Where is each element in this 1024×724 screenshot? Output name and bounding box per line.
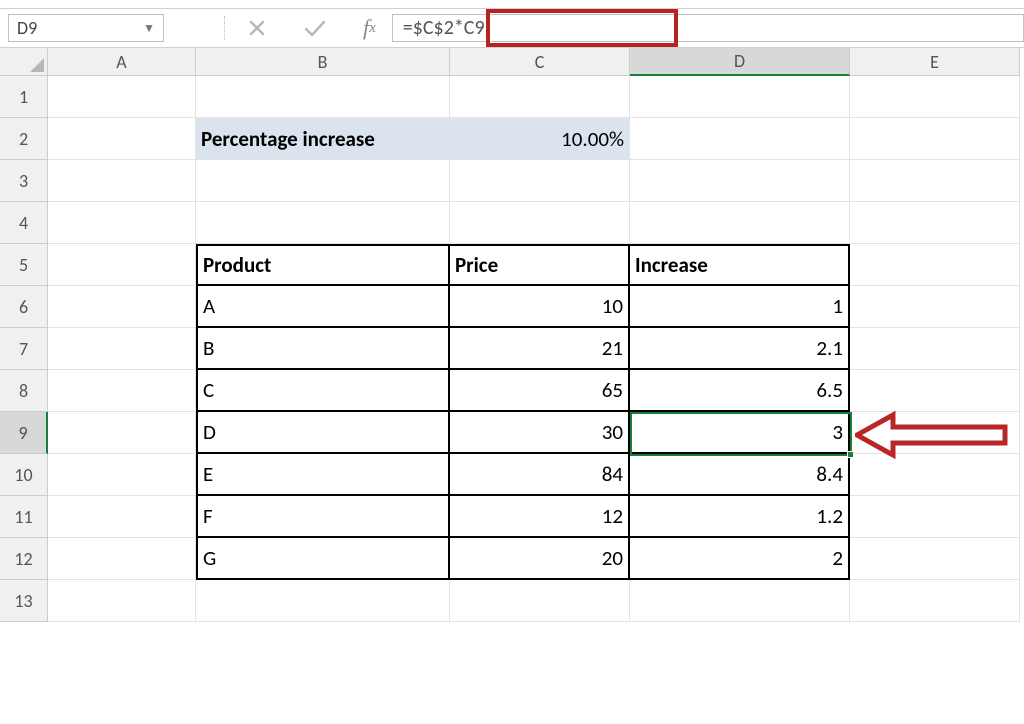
cell[interactable]: 65 (450, 370, 630, 412)
cell[interactable]: Increase (630, 244, 850, 286)
cell[interactable]: 8.4 (630, 454, 850, 496)
cell[interactable] (48, 76, 196, 118)
cell[interactable] (48, 496, 196, 538)
row-header[interactable]: 9 (0, 412, 48, 454)
select-all-corner[interactable] (0, 48, 48, 76)
cell[interactable]: B (196, 328, 450, 370)
cell[interactable]: Price (450, 244, 630, 286)
cell[interactable] (850, 454, 1020, 496)
row-header[interactable]: 1 (0, 76, 48, 118)
cell[interactable]: 6.5 (630, 370, 850, 412)
cell[interactable] (630, 202, 850, 244)
column-headers: A B C D E (48, 48, 1024, 76)
cell[interactable] (850, 118, 1020, 160)
cell[interactable]: 1.2 (630, 496, 850, 538)
cell[interactable]: 10.00% (450, 118, 630, 160)
cell[interactable] (850, 496, 1020, 538)
row-header[interactable]: 5 (0, 244, 48, 286)
cell[interactable]: 84 (450, 454, 630, 496)
cell[interactable] (850, 244, 1020, 286)
col-header-C[interactable]: C (450, 48, 630, 76)
cell[interactable] (450, 202, 630, 244)
row-header[interactable]: 10 (0, 454, 48, 496)
cell[interactable]: A (196, 286, 450, 328)
name-box-value: D9 (17, 17, 37, 39)
cell[interactable] (450, 580, 630, 622)
cancel-icon (247, 18, 267, 38)
cell[interactable]: D (196, 412, 450, 454)
formula-bar: D9 ▼ fx =$C$2*C9 (0, 8, 1024, 48)
cell[interactable]: 2 (630, 538, 850, 580)
cell[interactable] (850, 76, 1020, 118)
cell[interactable]: 12 (450, 496, 630, 538)
row-header[interactable]: 4 (0, 202, 48, 244)
cell[interactable]: G (196, 538, 450, 580)
fx-icon[interactable]: fx (363, 15, 376, 41)
cell[interactable] (48, 412, 196, 454)
chevron-down-icon[interactable]: ▼ (143, 21, 155, 36)
cell[interactable] (630, 580, 850, 622)
cell[interactable] (48, 538, 196, 580)
row-header[interactable]: 7 (0, 328, 48, 370)
cell[interactable] (630, 160, 850, 202)
cell[interactable] (48, 118, 196, 160)
cell[interactable]: Product (196, 244, 450, 286)
cell[interactable] (450, 76, 630, 118)
cell[interactable] (196, 160, 450, 202)
cell[interactable] (48, 286, 196, 328)
formula-input[interactable]: =$C$2*C9 (392, 14, 1024, 42)
cell[interactable] (48, 244, 196, 286)
name-box[interactable]: D9 ▼ (8, 14, 164, 42)
cell[interactable] (850, 538, 1020, 580)
cell[interactable]: 20 (450, 538, 630, 580)
cell[interactable]: F (196, 496, 450, 538)
cell[interactable]: C (196, 370, 450, 412)
cell[interactable] (850, 328, 1020, 370)
cell[interactable] (850, 370, 1020, 412)
row-header[interactable]: 11 (0, 496, 48, 538)
enter-icon (303, 18, 327, 38)
row-header[interactable]: 12 (0, 538, 48, 580)
cell[interactable]: E (196, 454, 450, 496)
row-header[interactable]: 3 (0, 160, 48, 202)
row-header[interactable]: 13 (0, 580, 48, 622)
cell[interactable]: 2.1 (630, 328, 850, 370)
row-header[interactable]: 2 (0, 118, 48, 160)
cell[interactable]: Percentage increase (196, 118, 450, 160)
cell[interactable]: 30 (450, 412, 630, 454)
cell[interactable] (850, 286, 1020, 328)
cell[interactable]: 1 (630, 286, 850, 328)
cell[interactable] (48, 328, 196, 370)
row-header[interactable]: 8 (0, 370, 48, 412)
cell[interactable] (48, 160, 196, 202)
cell[interactable]: 10 (450, 286, 630, 328)
cell[interactable] (48, 202, 196, 244)
cell[interactable] (630, 118, 850, 160)
cell[interactable] (630, 76, 850, 118)
cell[interactable]: 21 (450, 328, 630, 370)
cell[interactable]: 3 (630, 412, 850, 454)
cell[interactable] (850, 202, 1020, 244)
cell[interactable] (196, 580, 450, 622)
col-header-E[interactable]: E (850, 48, 1020, 76)
formula-text: =$C$2*C9 (403, 16, 485, 40)
cell[interactable] (196, 76, 450, 118)
cell[interactable] (48, 370, 196, 412)
cell[interactable] (196, 202, 450, 244)
col-header-B[interactable]: B (196, 48, 450, 76)
cell[interactable] (450, 160, 630, 202)
cell[interactable] (850, 412, 1020, 454)
col-header-D[interactable]: D (630, 48, 850, 76)
divider (224, 16, 225, 40)
cell[interactable] (48, 454, 196, 496)
cell[interactable] (850, 160, 1020, 202)
cell[interactable] (850, 580, 1020, 622)
worksheet[interactable]: A B C D E 12Percentage increase10.00%345… (0, 48, 1024, 622)
cell[interactable] (48, 580, 196, 622)
col-header-A[interactable]: A (48, 48, 196, 76)
row-header[interactable]: 6 (0, 286, 48, 328)
